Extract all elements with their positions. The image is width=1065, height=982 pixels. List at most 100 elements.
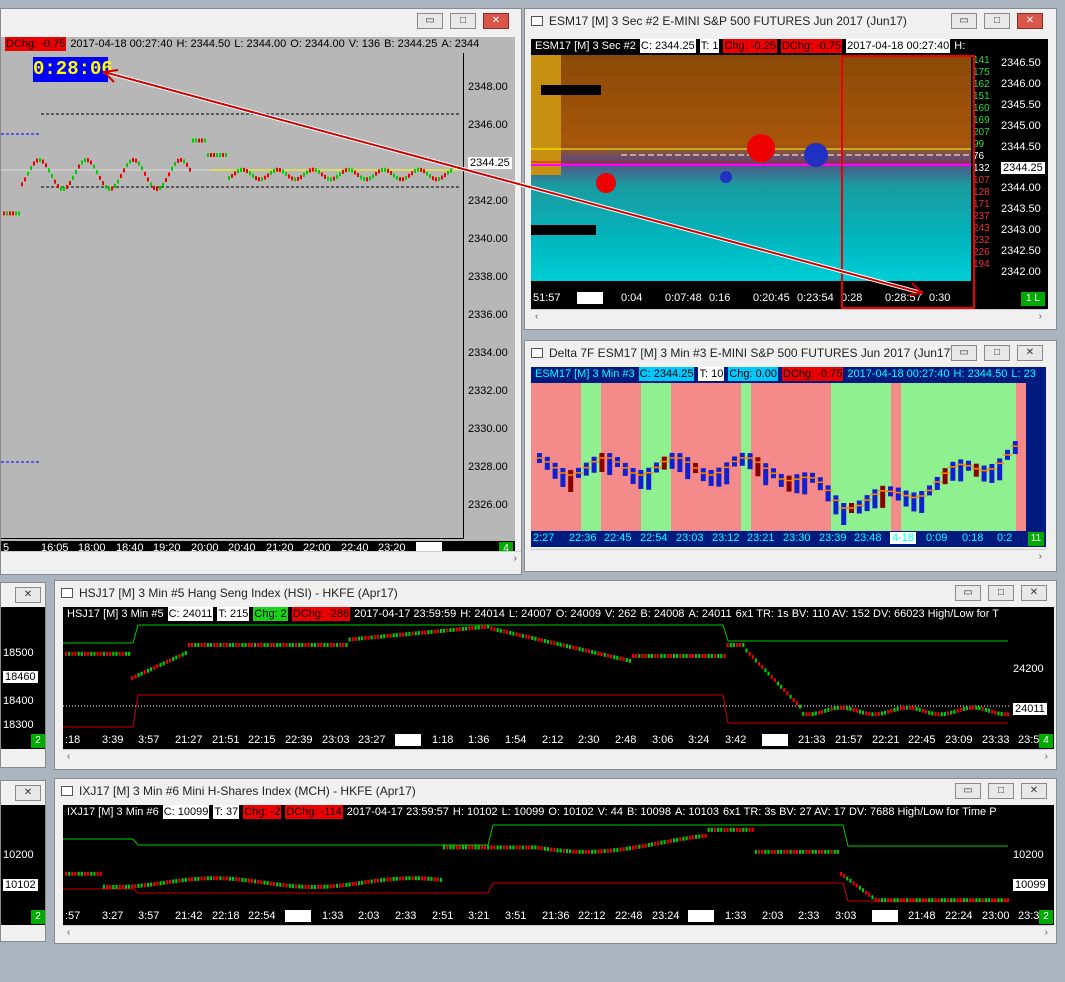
maximize-button[interactable]: □ <box>984 13 1010 29</box>
candle <box>335 643 339 647</box>
candle <box>461 845 465 850</box>
candle <box>739 827 742 832</box>
high-value: H: 2344.50 <box>176 38 231 50</box>
candle <box>387 168 389 173</box>
candle <box>817 710 820 715</box>
time-tick: 4-12 <box>285 910 312 922</box>
minimize-button[interactable]: ▭ <box>951 13 977 29</box>
horizontal-scrollbar[interactable]: › <box>1 551 521 567</box>
time-tick: 22:54 <box>248 910 276 922</box>
candle <box>354 170 356 175</box>
candle <box>323 884 326 889</box>
close-button[interactable]: ✕ <box>15 785 41 801</box>
candle <box>846 876 849 881</box>
candle <box>458 627 461 632</box>
candle <box>405 632 408 637</box>
horizontal-scrollbar[interactable]: ‹ › <box>531 309 1046 325</box>
candle <box>987 708 991 713</box>
candle <box>249 171 251 176</box>
candle <box>452 627 455 632</box>
candle <box>732 643 735 647</box>
window-title: ESM17 [M] 3 Sec #2 E-MINI S&P 500 FUTURE… <box>549 14 907 28</box>
candle <box>228 176 230 181</box>
minimize-button[interactable]: ▭ <box>951 345 977 361</box>
candle <box>896 706 899 711</box>
candle <box>435 177 437 182</box>
heatmap-chart[interactable]: ESM17 [M] 3 Sec #2 C: 2344.25 T: 1 Chg: … <box>531 39 1048 309</box>
candle <box>121 651 124 656</box>
close-button[interactable]: ✕ <box>1021 783 1047 799</box>
horizontal-scrollbar[interactable]: › <box>531 549 1046 565</box>
price-chart[interactable]: DChg: -0.75 2017-04-18 00:27:40 H: 2344.… <box>1 37 515 551</box>
candle <box>780 849 783 854</box>
candle <box>723 654 726 658</box>
candle <box>272 643 276 647</box>
candle <box>252 173 254 178</box>
horizontal-scrollbar[interactable]: ‹ › <box>63 925 1052 941</box>
minimize-button[interactable]: ▭ <box>955 585 981 601</box>
candle <box>874 897 877 902</box>
maximize-button[interactable]: □ <box>450 13 476 29</box>
time-tick: 23:39 <box>819 532 847 544</box>
candle <box>51 174 53 179</box>
candle <box>745 827 748 832</box>
close-button[interactable]: ✕ <box>1021 585 1047 601</box>
price-tick: 10200 <box>3 849 34 861</box>
close-button[interactable]: ✕ <box>15 587 41 603</box>
candle <box>128 884 131 889</box>
candle <box>351 882 354 887</box>
candle <box>1006 712 1009 717</box>
time-tick: 0:2 <box>997 532 1013 544</box>
candle <box>395 876 398 881</box>
candle <box>87 651 90 656</box>
candle <box>99 651 102 656</box>
candle <box>849 878 852 883</box>
minimize-button[interactable]: ▭ <box>417 13 443 29</box>
candle <box>241 877 244 882</box>
candle <box>216 643 219 647</box>
candle <box>480 845 483 850</box>
candle <box>159 881 162 886</box>
close-button[interactable]: ✕ <box>1017 13 1043 29</box>
candle <box>641 844 644 849</box>
candle <box>323 643 326 647</box>
candle <box>345 643 348 647</box>
candle <box>357 881 361 886</box>
candle <box>450 168 452 173</box>
open-value: O: 10102 <box>548 806 594 818</box>
delta-chart[interactable]: ESM17 [M] 3 Min #3 C: 2344.25 T: 10 Chg:… <box>531 367 1046 547</box>
candle <box>597 651 600 656</box>
time-tick: 3:03 <box>835 910 857 922</box>
close-button[interactable]: ✕ <box>1017 345 1043 361</box>
candle <box>294 884 298 889</box>
volume-value: 99 <box>973 139 985 150</box>
price-chart[interactable]: HSJ17 [M] 3 Min #5 C: 24011 T: 215 Chg: … <box>63 607 1054 749</box>
delta-bar <box>973 463 979 477</box>
maximize-button[interactable]: □ <box>988 585 1014 601</box>
volume-value: 232 <box>973 235 990 246</box>
candle <box>987 898 991 903</box>
partial-chart[interactable]: 18500 18460 18400 18300 2 <box>1 607 45 749</box>
maximize-button[interactable]: □ <box>988 783 1014 799</box>
candle <box>713 654 717 658</box>
maximize-button[interactable]: □ <box>984 345 1010 361</box>
timestamp: 2017-04-18 00:27:40 <box>847 368 950 380</box>
candle <box>423 169 425 174</box>
candle <box>824 708 827 713</box>
candle <box>959 898 962 903</box>
partial-chart[interactable]: 10200 10102 2 <box>1 805 45 925</box>
candle <box>965 898 969 903</box>
candle <box>282 169 284 174</box>
candle <box>956 708 959 713</box>
price-chart[interactable]: IXJ17 [M] 3 Min #6 C: 10099 T: 37 Chg: -… <box>63 805 1054 925</box>
candle <box>663 654 666 658</box>
close-button[interactable]: ✕ <box>483 13 509 29</box>
time-tick: 2:12 <box>542 734 564 746</box>
candle <box>427 876 430 881</box>
candle <box>496 845 499 850</box>
horizontal-scrollbar[interactable]: ‹ › <box>63 749 1052 765</box>
candle <box>165 880 168 885</box>
candle <box>698 834 701 839</box>
candle <box>128 651 131 656</box>
minimize-button[interactable]: ▭ <box>955 783 981 799</box>
